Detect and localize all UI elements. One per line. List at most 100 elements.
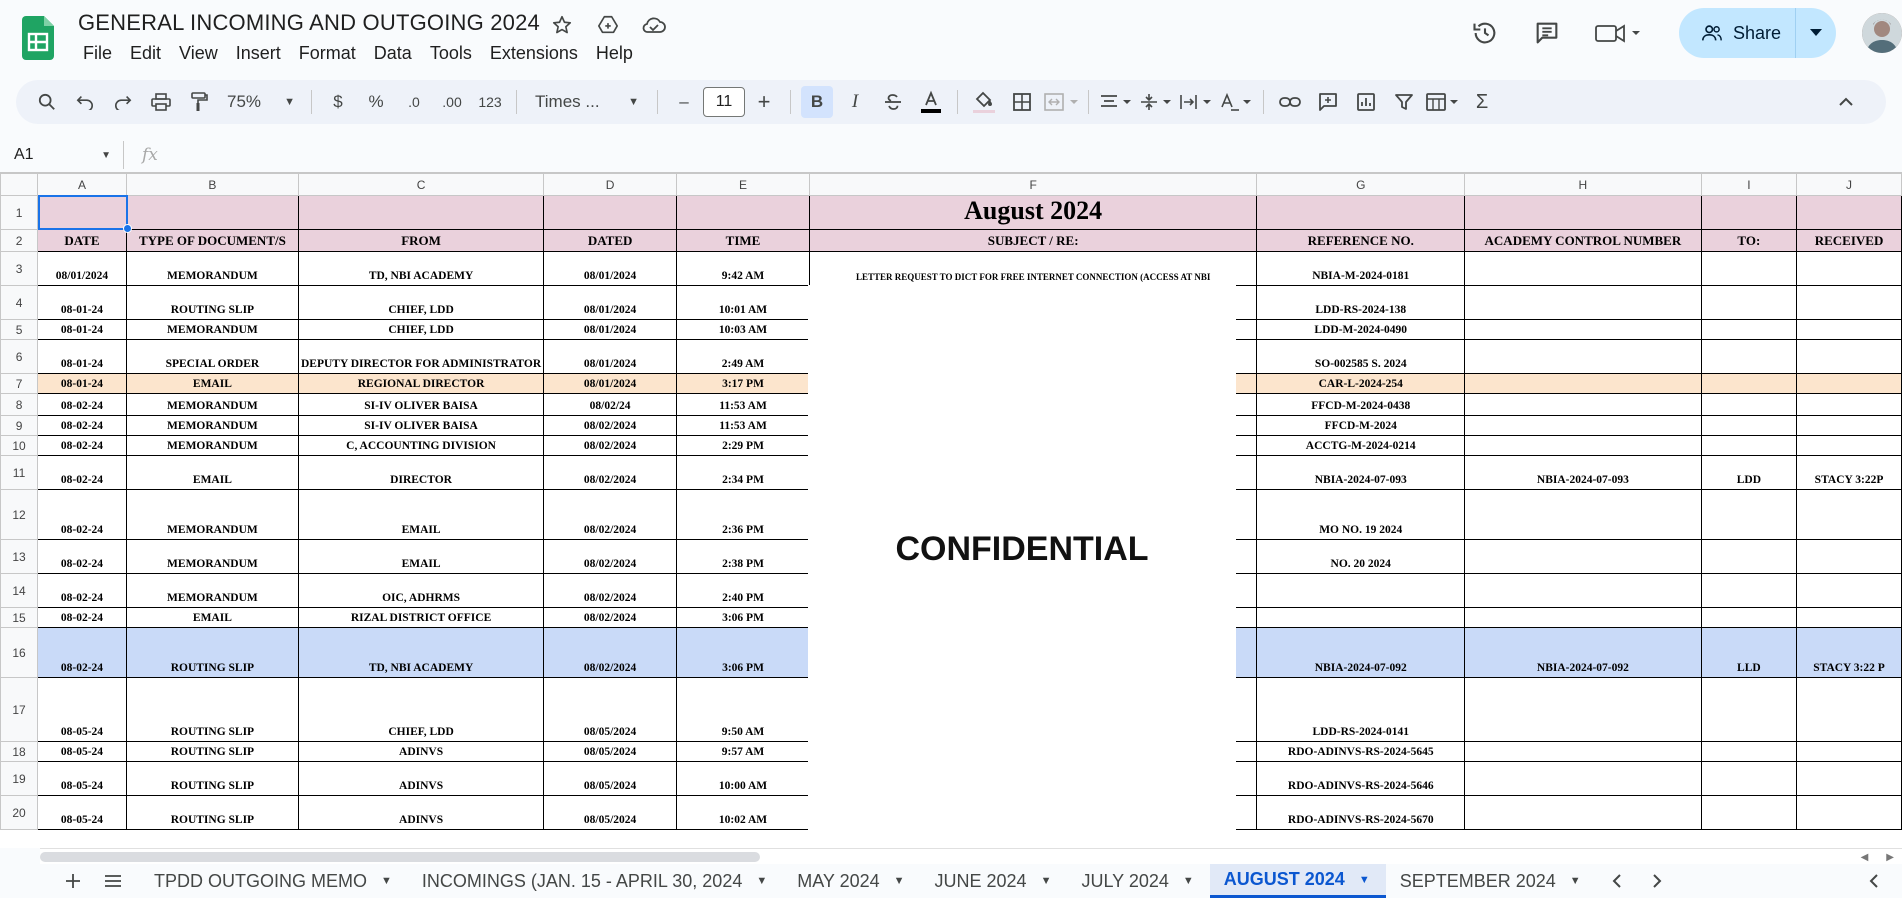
menu-file[interactable]: File	[74, 40, 121, 67]
cell[interactable]	[1700, 741, 1798, 762]
cell[interactable]	[1464, 393, 1702, 416]
cell[interactable]: MEMORANDUM	[125, 415, 299, 436]
filter-icon[interactable]	[1388, 86, 1420, 118]
sheet-tab[interactable]: SEPTEMBER 2024 ▼	[1386, 864, 1597, 898]
text-rotation-icon[interactable]	[1219, 86, 1253, 118]
header-cell[interactable]: RECEIVED	[1796, 229, 1902, 252]
sheet-tab[interactable]: JUNE 2024 ▼	[921, 864, 1068, 898]
cell[interactable]: ROUTING SLIP	[125, 795, 299, 830]
cell[interactable]: LDD	[1700, 455, 1798, 490]
cell[interactable]: 08/02/2024	[543, 415, 678, 436]
row-header[interactable]: 17	[0, 677, 39, 742]
insert-link-icon[interactable]	[1274, 86, 1306, 118]
cell[interactable]: RDO-ADINVS-RS-2024-5645	[1256, 741, 1466, 762]
cell[interactable]	[543, 195, 678, 230]
cell-a1[interactable]	[37, 195, 127, 230]
cell[interactable]: CHIEF, LDD	[297, 285, 545, 320]
cell[interactable]: ROUTING SLIP	[125, 627, 299, 678]
cell[interactable]	[1796, 435, 1902, 456]
cell[interactable]: 08-02-24	[37, 539, 127, 574]
row-header[interactable]: 15	[0, 607, 39, 628]
cell[interactable]	[1700, 677, 1798, 742]
cell[interactable]	[1700, 251, 1798, 286]
cell[interactable]	[1796, 251, 1902, 286]
cell[interactable]: 08-05-24	[37, 677, 127, 742]
cell[interactable]: ROUTING SLIP	[125, 741, 299, 762]
fill-color-icon[interactable]	[968, 86, 1000, 118]
cell[interactable]	[1464, 251, 1702, 286]
cell[interactable]: SO-002585 S. 2024	[1256, 339, 1466, 374]
cell[interactable]	[1256, 195, 1466, 230]
column-header[interactable]: I	[1700, 173, 1798, 196]
cell[interactable]	[1700, 339, 1798, 374]
cell[interactable]: 9:50 AM	[676, 677, 810, 742]
document-title[interactable]: GENERAL INCOMING AND OUTGOING 2024	[78, 10, 540, 36]
print-icon[interactable]	[145, 86, 177, 118]
fill-handle[interactable]	[123, 224, 132, 233]
functions-button[interactable]: Σ	[1466, 86, 1498, 118]
column-header[interactable]: G	[1256, 173, 1466, 196]
cell[interactable]: LDD-RS-2024-0141	[1256, 677, 1466, 742]
cell[interactable]: 08/02/2024	[543, 573, 678, 608]
cell[interactable]: EMAIL	[125, 373, 299, 394]
header-cell[interactable]: ACADEMY CONTROL NUMBER	[1464, 229, 1702, 252]
select-all-corner[interactable]	[0, 173, 39, 196]
collapse-side-panel-icon[interactable]	[1854, 866, 1894, 896]
cell[interactable]: 11:53 AM	[676, 393, 810, 416]
cell[interactable]	[1700, 373, 1798, 394]
column-header[interactable]: B	[125, 173, 299, 196]
cell[interactable]: CHIEF, LDD	[297, 677, 545, 742]
cell[interactable]: 2:40 PM	[676, 573, 810, 608]
scroll-right-icon[interactable]: ▶	[1886, 852, 1894, 863]
header-cell[interactable]: TO:	[1700, 229, 1798, 252]
cell[interactable]: ROUTING SLIP	[125, 761, 299, 796]
cell[interactable]	[1464, 373, 1702, 394]
cell[interactable]	[1796, 795, 1902, 830]
cell[interactable]	[1700, 415, 1798, 436]
cell[interactable]: ADINVS	[297, 761, 545, 796]
text-color-icon[interactable]	[915, 86, 947, 118]
row-header[interactable]: 10	[0, 435, 39, 456]
format-percent-button[interactable]: %	[360, 86, 392, 118]
cell[interactable]: 08/05/2024	[543, 677, 678, 742]
bold-button[interactable]: B	[801, 86, 833, 118]
cell[interactable]: NO. 20 2024	[1256, 539, 1466, 574]
cell[interactable]: 10:01 AM	[676, 285, 810, 320]
cell[interactable]	[1796, 573, 1902, 608]
row-header[interactable]: 6	[0, 339, 39, 374]
cell[interactable]	[1464, 573, 1702, 608]
merge-cells-icon[interactable]	[1044, 86, 1078, 118]
cell[interactable]: 08/02/24	[543, 393, 678, 416]
cell[interactable]: LDD-RS-2024-138	[1256, 285, 1466, 320]
menu-extensions[interactable]: Extensions	[481, 40, 587, 67]
name-box[interactable]: A1 ▼	[0, 141, 124, 169]
cell[interactable]	[1796, 195, 1902, 230]
menu-data[interactable]: Data	[365, 40, 421, 67]
cell[interactable]: 08/01/2024	[543, 319, 678, 340]
row-header[interactable]: 3	[0, 251, 39, 286]
chevron-right-icon[interactable]	[1637, 866, 1677, 896]
row-header[interactable]: 11	[0, 455, 39, 490]
cell[interactable]	[676, 195, 810, 230]
cell[interactable]: 08/02/2024	[543, 607, 678, 628]
cell[interactable]	[297, 195, 545, 230]
font-family-select[interactable]: Times ... ▼	[527, 86, 647, 118]
header-cell[interactable]: FROM	[297, 229, 545, 252]
cell[interactable]	[1796, 319, 1902, 340]
cell[interactable]: 3:06 PM	[676, 627, 810, 678]
format-currency-button[interactable]: $	[322, 86, 354, 118]
cell[interactable]: 08-02-24	[37, 455, 127, 490]
cell[interactable]: MEMORANDUM	[125, 435, 299, 456]
row-header[interactable]: 16	[0, 627, 39, 678]
decrease-decimal-button[interactable]: .0	[398, 86, 430, 118]
cell[interactable]: 2:29 PM	[676, 435, 810, 456]
cell[interactable]: 08/05/2024	[543, 741, 678, 762]
row-header[interactable]: 14	[0, 573, 39, 608]
cell[interactable]: 08/02/2024	[543, 539, 678, 574]
cell[interactable]	[1464, 677, 1702, 742]
cell[interactable]: 2:49 AM	[676, 339, 810, 374]
cell[interactable]	[1464, 795, 1702, 830]
cell[interactable]: MEMORANDUM	[125, 319, 299, 340]
month-title[interactable]: August 2024	[808, 195, 1258, 230]
cell[interactable]: 3:06 PM	[676, 607, 810, 628]
